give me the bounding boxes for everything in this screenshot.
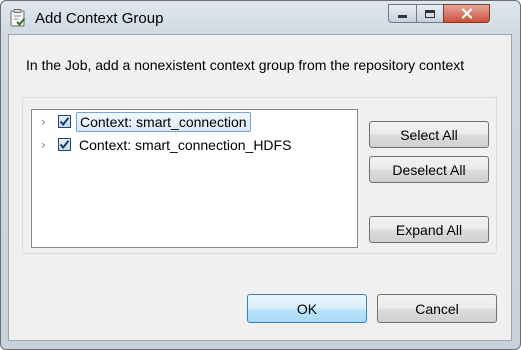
tree-item-checkbox[interactable] (58, 115, 71, 128)
tree-item-label[interactable]: Context: smart_connection (76, 112, 251, 132)
close-button[interactable] (443, 4, 490, 23)
clipboard-check-icon (10, 9, 26, 27)
check-icon (59, 117, 70, 127)
expand-all-button[interactable]: Expand All (369, 216, 489, 243)
close-icon (461, 8, 472, 19)
tree-item-checkbox[interactable] (58, 138, 71, 151)
check-icon (59, 140, 70, 150)
chevron-right-icon[interactable]: › (41, 139, 51, 151)
tree-item[interactable]: › Context: smart_connection (32, 112, 357, 134)
deselect-all-button[interactable]: Deselect All (369, 156, 489, 183)
maximize-button[interactable] (416, 4, 444, 23)
window-title: Add Context Group (35, 10, 164, 27)
context-tree[interactable]: › Context: smart_connection › Context: s… (31, 109, 358, 248)
instruction-text: In the Job, add a nonexistent context gr… (26, 57, 465, 73)
ok-button[interactable]: OK (247, 294, 367, 323)
minimize-button[interactable] (388, 4, 417, 23)
minimize-icon (398, 15, 407, 18)
tree-item[interactable]: › Context: smart_connection_HDFS (32, 135, 357, 157)
maximize-icon (425, 9, 435, 18)
select-all-button[interactable]: Select All (369, 121, 489, 148)
chevron-right-icon[interactable]: › (41, 116, 51, 128)
cancel-button[interactable]: Cancel (377, 294, 497, 323)
tree-item-label[interactable]: Context: smart_connection_HDFS (76, 135, 294, 155)
